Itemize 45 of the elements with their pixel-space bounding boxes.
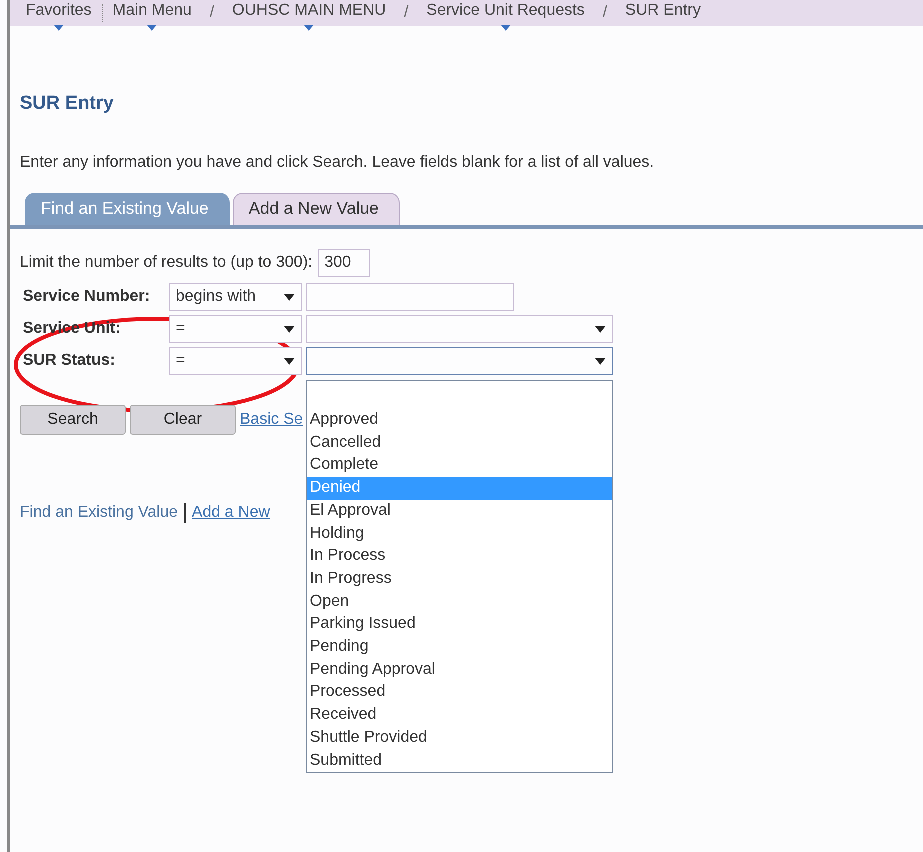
dropdown-option[interactable]: Processed (307, 681, 612, 704)
footer-text: Find an Existing Value (20, 503, 178, 523)
operator-select[interactable]: begins with (169, 283, 302, 311)
operator-select[interactable]: = (169, 347, 302, 375)
dropdown-option[interactable]: Pending Approval (307, 658, 612, 682)
operator-select[interactable]: = (169, 315, 302, 343)
dropdown-option[interactable]: Complete (307, 454, 612, 478)
dropdown-option[interactable]: In Process (307, 545, 612, 568)
dropdown-option[interactable]: Cancelled (307, 432, 612, 454)
field-label: SUR Status: (23, 352, 116, 369)
breadcrumb-link[interactable]: Main Menu (102, 0, 202, 27)
dropdown-option[interactable]: Received (307, 704, 612, 727)
caret-icon (595, 358, 606, 364)
field-label: Service Number: (23, 288, 150, 305)
form-button[interactable]: Search (20, 405, 126, 435)
separator-text: / (208, 3, 216, 23)
caret-icon (284, 358, 295, 364)
dropdown-option[interactable]: Approved (307, 409, 612, 432)
separator-text: / (403, 3, 410, 23)
caret-icon (284, 294, 295, 300)
dropdown-option[interactable]: Parking Issued (307, 613, 612, 636)
limit-field[interactable]: 300 (318, 249, 370, 277)
dropdown-option[interactable]: Holding (307, 522, 612, 546)
breadcrumb-link[interactable]: Service Unit Requests (416, 0, 595, 27)
separator-text: / (602, 3, 608, 23)
breadcrumb-link[interactable]: OUHSC MAIN MENU (222, 0, 396, 27)
form-button[interactable]: Clear (130, 405, 236, 435)
dropdown-option[interactable]: Shuttle Provided (307, 726, 612, 750)
dropdown-option[interactable]: Open (307, 590, 612, 614)
caret-icon (595, 326, 606, 332)
value-field[interactable] (306, 283, 514, 311)
breadcrumb-link[interactable]: SUR Entry (615, 0, 711, 27)
dropdown-option[interactable]: Pending (307, 636, 612, 659)
instructions-text: Enter any information you have and click Search. Leave fields blank for a list of all values. (20, 152, 656, 172)
search-link[interactable]: Basic Se (240, 408, 304, 432)
caret-icon (284, 326, 295, 332)
dropdown-option[interactable]: In Progress (307, 568, 612, 591)
page-title: SUR Entry (20, 92, 115, 116)
limit-label: Limit the number of results to (up to 300): (20, 253, 313, 273)
breadcrumb-link[interactable]: Favorites (16, 0, 102, 27)
value-select[interactable] (306, 315, 613, 343)
dropdown-option[interactable]: El Approval (307, 500, 612, 523)
tab[interactable]: Add a New Value (232, 192, 400, 225)
dropdown-option[interactable]: Submitted (307, 750, 612, 772)
footer-link[interactable]: Add a New (192, 501, 270, 525)
